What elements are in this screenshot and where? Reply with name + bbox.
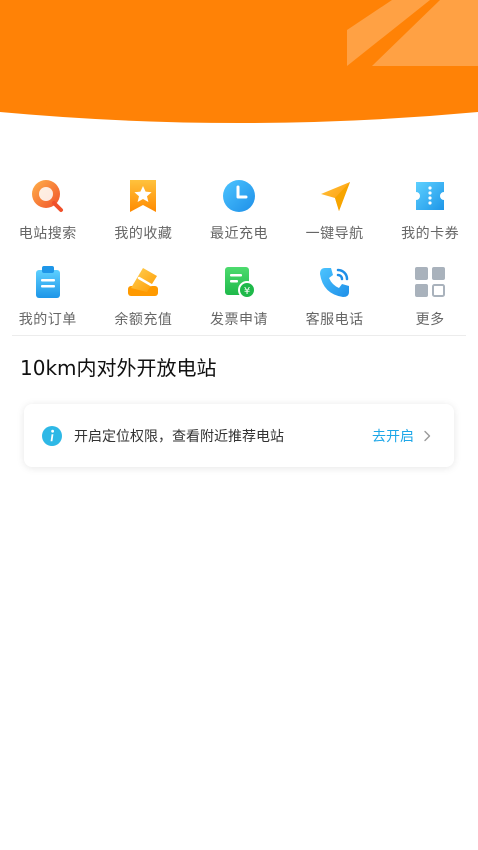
- order-clipboard-icon: [35, 266, 60, 298]
- menu-item-label: 电站搜索: [18, 226, 77, 242]
- menu-item-recent-charging[interactable]: 最近充电: [191, 172, 287, 258]
- chevron-right-icon[interactable]: [422, 430, 432, 442]
- menu-item-invoice[interactable]: ¥ 发票申请: [191, 258, 287, 344]
- search-icon: [31, 180, 63, 212]
- menu-item-label: 更多: [415, 312, 445, 328]
- svg-text:¥: ¥: [244, 286, 250, 297]
- menu-item-balance-topup[interactable]: 余额充值: [96, 258, 192, 344]
- enable-location-link[interactable]: 去开启: [372, 426, 414, 446]
- header-banner: [0, 0, 478, 125]
- menu-item-more[interactable]: 更多: [382, 258, 478, 344]
- menu-item-label: 我的卡券: [401, 226, 460, 242]
- more-grid-icon: [415, 267, 446, 297]
- menu-item-customer-service[interactable]: 客服电话: [287, 258, 383, 344]
- menu-item-coupons[interactable]: 我的卡券: [382, 172, 478, 258]
- clock-icon: [222, 180, 255, 212]
- menu-item-label: 发票申请: [209, 312, 268, 328]
- section-title: 10km内对外开放电站: [20, 356, 217, 380]
- menu-item-label: 一键导航: [305, 226, 364, 242]
- menu-item-my-orders[interactable]: 我的订单: [0, 258, 96, 344]
- menu-item-label: 余额充值: [114, 312, 173, 328]
- menu-item-label: 我的收藏: [114, 226, 173, 242]
- wallet-card-icon: [128, 268, 159, 296]
- phone-call-icon: [319, 268, 349, 297]
- menu-item-label: 客服电话: [305, 312, 364, 328]
- invoice-yen-icon: ¥: [224, 267, 256, 299]
- divider: [12, 335, 466, 336]
- menu-item-label: 我的订单: [18, 312, 77, 328]
- menu-item-navigation[interactable]: 一键导航: [287, 172, 383, 258]
- menu-item-station-search[interactable]: 电站搜索: [0, 172, 96, 258]
- menu-item-label: 最近充电: [209, 226, 268, 242]
- info-icon: [42, 425, 62, 446]
- location-prompt-message: 开启定位权限，查看附近推荐电站: [74, 428, 284, 445]
- navigation-arrow-icon: [320, 182, 350, 211]
- location-permission-card[interactable]: 开启定位权限，查看附近推荐电站 去开启: [24, 404, 454, 467]
- coupon-icon: [416, 182, 445, 210]
- menu-item-favorites[interactable]: 我的收藏: [96, 172, 192, 258]
- quick-menu-row: 我的订单 余额充值 ¥ 发票申请 客服电话 更多: [0, 258, 478, 344]
- favorite-star-icon: [130, 180, 157, 212]
- quick-menu-row: 电站搜索 我的收藏 最近充电 一键导航 我的卡券: [0, 172, 478, 258]
- quick-menu: 电站搜索 我的收藏 最近充电 一键导航 我的卡券 我的订单 余额充值 ¥ 发票申…: [0, 172, 478, 344]
